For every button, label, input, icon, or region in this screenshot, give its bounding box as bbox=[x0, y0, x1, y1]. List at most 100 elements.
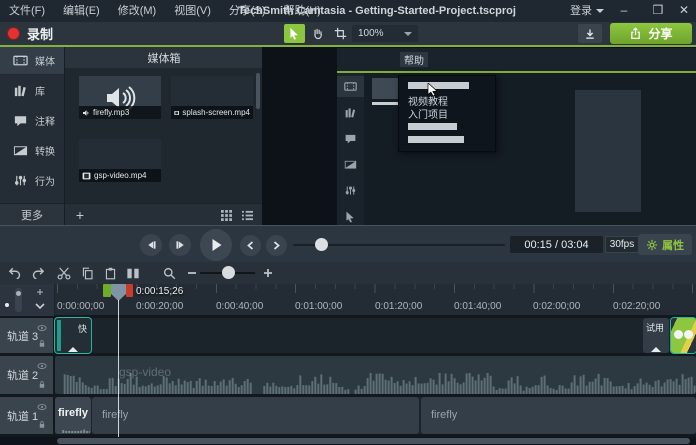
menu-edit[interactable]: 编辑(E) bbox=[54, 0, 109, 22]
canvas-zoom-select[interactable]: 100% bbox=[352, 25, 418, 42]
eye-icon[interactable] bbox=[37, 403, 47, 411]
track-3-lane[interactable]: 快 试用 bbox=[55, 318, 696, 353]
zoom-out-button[interactable] bbox=[183, 264, 201, 282]
track3-clip-intro[interactable]: 快 bbox=[55, 318, 91, 353]
previous-frame-button[interactable] bbox=[140, 234, 162, 256]
add-track-button[interactable]: + bbox=[32, 285, 48, 299]
selection-in-handle[interactable] bbox=[103, 284, 111, 297]
jump-forward-button[interactable] bbox=[266, 235, 287, 256]
timeline-ruler[interactable]: 0:00:00;00 0:00:20;00 0:00:40;00 0:01:00… bbox=[55, 284, 696, 316]
track-1-lane[interactable]: firefly firefly firefly bbox=[55, 397, 696, 434]
track-2-lane[interactable]: gsp-video bbox=[55, 356, 696, 394]
ruler-tick-label: 0:00:00;00 bbox=[57, 301, 104, 312]
sidebar-item-media[interactable]: 媒体 bbox=[0, 47, 64, 74]
zoom-in-button[interactable] bbox=[259, 264, 277, 282]
clip-properties-arrow-icon[interactable] bbox=[651, 347, 661, 352]
track1-clip-firefly-3[interactable]: firefly bbox=[421, 397, 696, 434]
main-area: 媒体 库 注释 转换 行为 更多 媒体箱 bbox=[0, 47, 696, 225]
login-button[interactable]: 登录 bbox=[570, 0, 604, 22]
step-back-icon bbox=[146, 240, 157, 250]
track3-clip-trial[interactable]: 试用 bbox=[643, 318, 669, 353]
timeline-zoom-slider-thumb[interactable] bbox=[222, 266, 235, 279]
playhead-marker[interactable] bbox=[111, 284, 126, 301]
crop-tool-button[interactable] bbox=[330, 24, 351, 43]
record-button[interactable]: 录制 bbox=[7, 25, 53, 42]
eye-icon[interactable] bbox=[37, 362, 47, 370]
selection-out-handle[interactable] bbox=[126, 284, 133, 297]
cursor-icon bbox=[288, 27, 301, 40]
magnifier-icon bbox=[163, 267, 176, 280]
timecode-display: 00:15 / 03:04 bbox=[510, 236, 603, 253]
menu-file[interactable]: 文件(F) bbox=[0, 0, 54, 22]
transition-icon bbox=[13, 143, 28, 158]
sidebar-item-library[interactable]: 库 bbox=[0, 77, 64, 104]
cut-button[interactable] bbox=[55, 264, 73, 282]
minus-icon bbox=[187, 268, 197, 278]
add-media-button[interactable]: + bbox=[71, 206, 89, 224]
sidebar-item-behaviors[interactable]: 行为 bbox=[0, 167, 64, 194]
playhead-line[interactable] bbox=[118, 300, 119, 437]
track-3-row: 轨道 3 快 试用 bbox=[0, 318, 696, 353]
play-button[interactable] bbox=[200, 229, 232, 261]
crop-icon bbox=[334, 27, 347, 40]
share-button[interactable]: 分享 bbox=[610, 23, 692, 44]
timeline-zoom-button[interactable] bbox=[160, 264, 178, 282]
clip-selection-edge[interactable] bbox=[57, 320, 61, 351]
cursor-icon bbox=[344, 210, 357, 223]
paste-icon bbox=[104, 267, 117, 280]
sidebar-item-transitions[interactable]: 转换 bbox=[0, 137, 64, 164]
track1-clip-firefly-1[interactable]: firefly bbox=[55, 397, 91, 434]
copy-icon bbox=[81, 267, 94, 280]
track3-clip-art[interactable] bbox=[671, 318, 696, 353]
fps-display[interactable]: 30fps bbox=[605, 236, 639, 253]
track-3-header[interactable]: 轨道 3 bbox=[0, 318, 55, 353]
lock-icon[interactable] bbox=[38, 380, 46, 389]
track-options-dot[interactable] bbox=[5, 303, 9, 307]
paste-button[interactable] bbox=[101, 264, 119, 282]
lock-icon[interactable] bbox=[38, 339, 46, 348]
redo-button[interactable] bbox=[29, 264, 47, 282]
eye-icon[interactable] bbox=[37, 324, 47, 332]
grid-view-button[interactable] bbox=[219, 208, 234, 222]
preview-canvas[interactable]: 帮助 bbox=[262, 47, 696, 225]
scrollbar-thumb[interactable] bbox=[57, 438, 690, 444]
jump-back-button[interactable] bbox=[240, 235, 261, 256]
chevron-down-icon[interactable] bbox=[35, 303, 45, 309]
track-height-slider[interactable] bbox=[15, 288, 22, 312]
download-button[interactable] bbox=[578, 24, 602, 43]
pan-tool-button[interactable] bbox=[307, 24, 328, 43]
properties-button[interactable]: 属性 bbox=[638, 234, 692, 255]
seek-slider-thumb[interactable] bbox=[315, 238, 328, 251]
media-bin-scrollbar[interactable] bbox=[256, 73, 260, 109]
track-1-header[interactable]: 轨道 1 bbox=[0, 397, 55, 434]
callout-icon bbox=[13, 113, 28, 128]
clip-properties-arrow-icon[interactable] bbox=[68, 347, 78, 352]
list-view-button[interactable] bbox=[240, 208, 255, 222]
help-menu-item-starter: 入门项目 bbox=[408, 106, 448, 121]
sidebar-more-button[interactable]: 更多 bbox=[0, 203, 64, 225]
sidebar-item-annotations[interactable]: 注释 bbox=[0, 107, 64, 134]
maximize-button[interactable]: ❒ bbox=[646, 0, 670, 22]
timeline-horizontal-scrollbar[interactable] bbox=[0, 437, 696, 445]
media-item-splash-label: splash-screen.mp4 bbox=[171, 106, 253, 119]
split-button[interactable] bbox=[124, 264, 142, 282]
track1-clip-firefly-2[interactable]: firefly bbox=[92, 397, 419, 434]
timeline-tracks: 轨道 3 快 试用 bbox=[0, 316, 696, 445]
close-button[interactable]: ✕ bbox=[672, 0, 696, 22]
ruler-tick-label: 0:00:40;00 bbox=[216, 301, 263, 312]
preview-help-dropdown: 视频教程 入门项目 bbox=[398, 75, 496, 152]
window-title: TechSmith Camtasia - Getting-Started-Pro… bbox=[238, 0, 516, 22]
behaviors-icon bbox=[344, 184, 357, 197]
minimize-button[interactable]: – bbox=[612, 0, 636, 22]
next-frame-button[interactable] bbox=[169, 234, 191, 256]
track-2-header[interactable]: 轨道 2 bbox=[0, 356, 55, 394]
menu-view[interactable]: 视图(V) bbox=[165, 0, 220, 22]
copy-button[interactable] bbox=[78, 264, 96, 282]
track2-clip-gsp-video[interactable]: gsp-video bbox=[55, 356, 696, 394]
cursor-tool-button[interactable] bbox=[284, 24, 305, 43]
undo-button[interactable] bbox=[6, 264, 24, 282]
menu-modify[interactable]: 修改(M) bbox=[109, 0, 166, 22]
lock-icon[interactable] bbox=[38, 420, 46, 429]
main-toolbar: 录制 100% 分享 bbox=[0, 22, 696, 45]
list-view-icon bbox=[242, 210, 253, 221]
